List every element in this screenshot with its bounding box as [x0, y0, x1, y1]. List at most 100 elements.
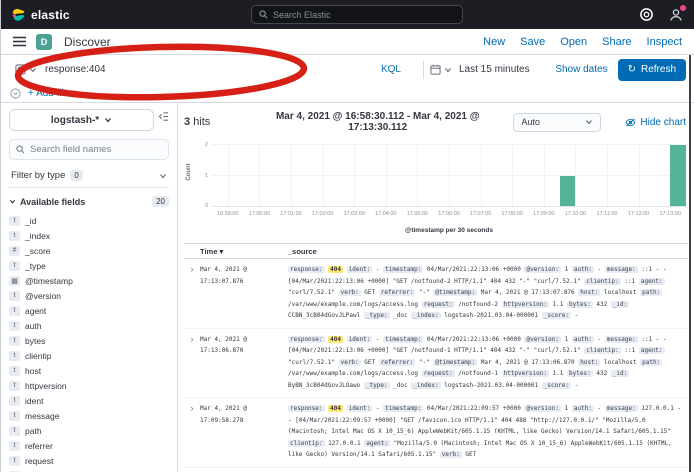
- search-icon: [16, 145, 25, 154]
- field-item-message[interactable]: t message: [9, 408, 169, 423]
- user-avatar[interactable]: [668, 7, 684, 23]
- query-language-button[interactable]: KQL: [381, 64, 411, 75]
- field-search-input[interactable]: Search field names: [9, 139, 169, 160]
- x-tick-label: 17:11:00: [596, 211, 617, 217]
- query-input[interactable]: response:404 KQL: [9, 59, 417, 81]
- histogram-bar[interactable]: [670, 145, 686, 206]
- field-label-badge: agent:: [364, 440, 390, 447]
- date-picker-button[interactable]: [430, 64, 452, 75]
- help-icon[interactable]: [639, 7, 654, 22]
- discover-app-badge[interactable]: D: [36, 34, 52, 50]
- time-column-header[interactable]: Time ▾: [200, 247, 288, 256]
- doc-time: Mar 4, 2021 @ 17:13:06.870: [200, 334, 288, 392]
- field-item-bytes[interactable]: tbytes: [9, 333, 169, 348]
- field-item-_id[interactable]: t_id: [9, 213, 169, 228]
- field-item-host[interactable]: thost: [9, 363, 169, 378]
- field-type-icon: t: [9, 411, 20, 421]
- search-icon: [259, 10, 268, 19]
- field-name: message: [25, 411, 60, 421]
- field-name: bytes: [25, 336, 45, 346]
- filter-options-icon[interactable]: [10, 88, 21, 99]
- hide-chart-button[interactable]: Hide chart: [625, 117, 686, 128]
- nav-action-share[interactable]: Share: [602, 36, 631, 48]
- expand-row-icon[interactable]: ›: [184, 264, 200, 322]
- menu-icon[interactable]: [13, 36, 26, 47]
- expand-row-icon[interactable]: ›: [184, 403, 200, 461]
- x-tick-label: 17:09:00: [533, 211, 554, 217]
- refresh-button[interactable]: ↻ Refresh: [618, 59, 686, 81]
- field-label-badge: _type:: [364, 312, 390, 319]
- filter-by-type[interactable]: Filter by type 0: [9, 168, 169, 188]
- nav-action-save[interactable]: Save: [520, 36, 545, 48]
- field-item-clientip[interactable]: tclientip: [9, 348, 169, 363]
- calendar-icon: [430, 64, 441, 75]
- collapse-sidebar-icon[interactable]: [158, 111, 169, 122]
- divider: [423, 61, 424, 79]
- elastic-logo[interactable]: elastic: [11, 7, 70, 22]
- nav-action-inspect[interactable]: Inspect: [647, 36, 682, 48]
- field-item-path[interactable]: tpath: [9, 423, 169, 438]
- field-item-@version[interactable]: t@version: [9, 288, 169, 303]
- highlighted-value: 404: [328, 336, 343, 343]
- field-type-icon: #: [9, 246, 20, 256]
- x-tick-label: 17:10:00: [565, 211, 586, 217]
- scrollbar[interactable]: [689, 55, 691, 472]
- field-label-badge: @timestamp:: [433, 359, 477, 366]
- field-type-icon: t: [9, 441, 20, 451]
- global-search-placeholder: Search Elastic: [273, 10, 331, 20]
- available-fields-header[interactable]: Available fields 20: [9, 196, 169, 207]
- refresh-icon: ↻: [628, 64, 636, 75]
- nav-action-new[interactable]: New: [483, 36, 505, 48]
- nav-actions: New Save Open Share Inspect: [483, 36, 682, 48]
- field-item-auth[interactable]: tauth: [9, 318, 169, 333]
- field-item-agent[interactable]: tagent: [9, 303, 169, 318]
- chevron-down-icon: [585, 118, 593, 126]
- global-header: elastic Search Elastic: [1, 0, 694, 29]
- kibana-discover-screen: elastic Search Elastic: [0, 0, 694, 472]
- field-label-badge: @version:: [524, 405, 561, 412]
- field-type-icon: t: [9, 366, 20, 376]
- field-item-_index[interactable]: t_index: [9, 228, 169, 243]
- x-tick-label: 17:03:00: [343, 211, 364, 217]
- breadcrumb[interactable]: Discover: [64, 35, 111, 49]
- field-label-badge: bytes:: [567, 301, 593, 308]
- field-item-_type[interactable]: t_type: [9, 258, 169, 273]
- x-tick-label: 17:02:00: [312, 211, 333, 217]
- doc-source: response: 404 ident: - timestamp: 04/Mar…: [288, 334, 688, 392]
- field-item-referrer[interactable]: treferrer: [9, 438, 169, 453]
- field-label-badge: path:: [640, 359, 662, 366]
- field-label-badge: @version:: [524, 336, 561, 343]
- field-name: clientip: [25, 351, 51, 361]
- field-label-badge: response:: [288, 266, 325, 273]
- field-item-@timestamp[interactable]: ▦@timestamp: [9, 273, 169, 288]
- source-column-header: _source: [288, 247, 688, 256]
- time-range-value[interactable]: Last 15 minutes: [459, 64, 530, 75]
- field-item-response[interactable]: tresponse: [9, 468, 169, 472]
- field-item-httpversion[interactable]: thttpversion: [9, 378, 169, 393]
- field-label-badge: ident:: [347, 405, 373, 412]
- histogram-bar[interactable]: [560, 176, 576, 207]
- y-tick-label: 0: [205, 203, 208, 209]
- add-filter-button[interactable]: + Add filter: [28, 88, 76, 99]
- field-label-badge: agent:: [639, 347, 665, 354]
- interval-select[interactable]: Auto: [513, 113, 601, 132]
- nav-action-open[interactable]: Open: [560, 36, 587, 48]
- field-item-_score[interactable]: #_score: [9, 243, 169, 258]
- show-dates-link[interactable]: Show dates: [555, 64, 607, 75]
- field-label-badge: host:: [578, 359, 600, 366]
- sort-desc-icon: ▾: [219, 247, 223, 256]
- field-label-badge: @timestamp:: [433, 289, 477, 296]
- brand-name: elastic: [31, 8, 70, 22]
- chevron-down-icon: [29, 66, 37, 74]
- saved-query-icon[interactable]: [15, 64, 26, 75]
- eye-slash-icon: [625, 118, 636, 127]
- expand-row-icon[interactable]: ›: [184, 334, 200, 392]
- field-label-badge: clientip:: [584, 347, 621, 354]
- field-item-ident[interactable]: tident: [9, 393, 169, 408]
- gridline-vertical: [228, 145, 229, 206]
- global-search-input[interactable]: Search Elastic: [251, 5, 463, 24]
- y-axis-title: Count: [186, 145, 192, 199]
- field-type-icon: t: [9, 336, 20, 346]
- index-pattern-select[interactable]: logstash-*: [9, 109, 154, 131]
- field-item-request[interactable]: trequest: [9, 453, 169, 468]
